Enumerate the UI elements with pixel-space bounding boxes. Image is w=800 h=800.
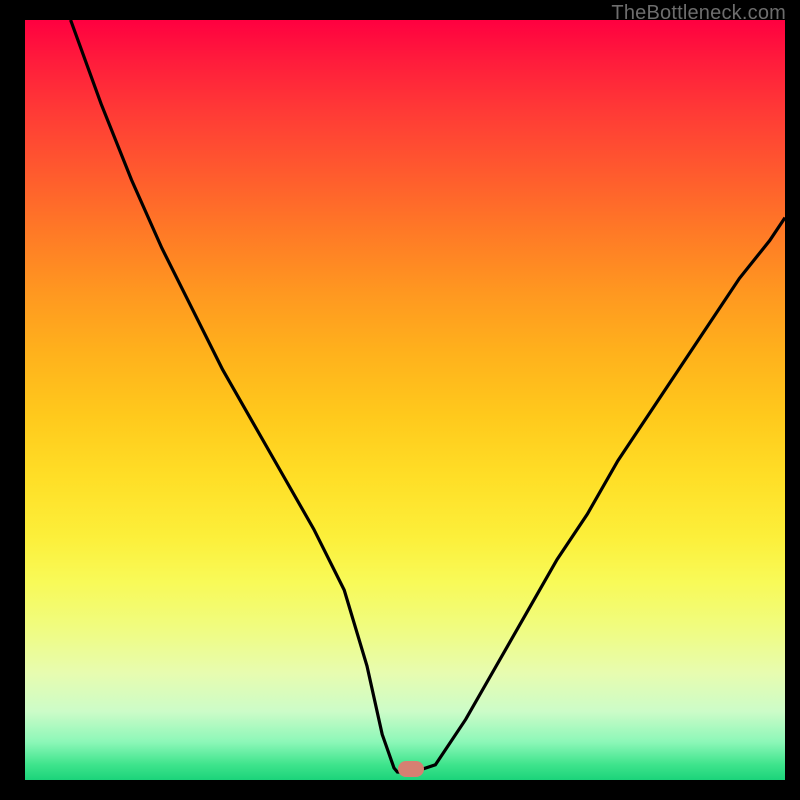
curve-path	[71, 20, 785, 772]
watermark-text: TheBottleneck.com	[611, 2, 786, 25]
chart-frame: TheBottleneck.com	[0, 0, 800, 800]
plot-area	[25, 20, 785, 780]
minimum-marker	[398, 761, 424, 777]
bottleneck-curve	[25, 20, 785, 780]
